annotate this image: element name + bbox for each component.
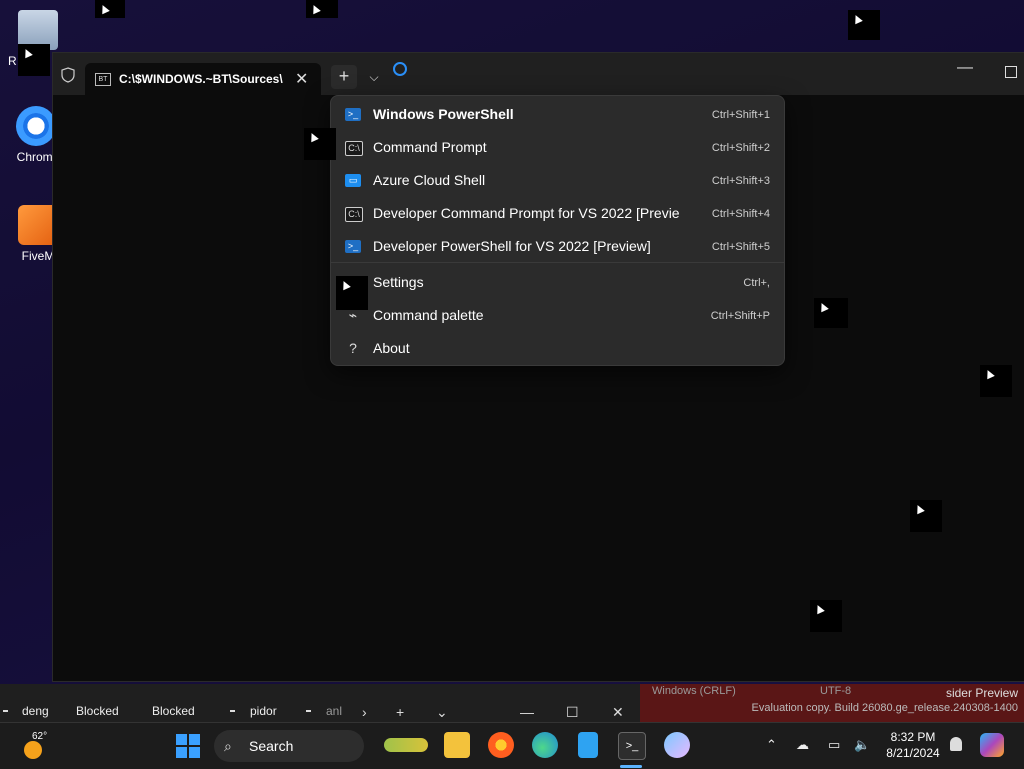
terminal-tab[interactable]: BT C:\$WINDOWS.~BT\Sources\ ✕ bbox=[85, 63, 321, 95]
clock-date: 8/21/2024 bbox=[886, 746, 940, 760]
menu-item-label: Windows PowerShell bbox=[373, 106, 514, 122]
menu-item-command-palette[interactable]: ⌁ Command palette Ctrl+Shift+P bbox=[331, 299, 784, 332]
menu-item-label: Developer Command Prompt for VS 2022 [Pr… bbox=[373, 205, 679, 221]
minimize-button[interactable]: — bbox=[520, 704, 534, 720]
menu-item-shortcut: Ctrl+Shift+2 bbox=[711, 142, 770, 154]
chevron-down-icon[interactable]: ⌄ bbox=[436, 704, 448, 721]
weather-widget[interactable]: 62° bbox=[20, 731, 50, 761]
tab-title: C:\$WINDOWS.~BT\Sources\ bbox=[119, 72, 283, 86]
tab-dropdown-button[interactable]: ⌵ bbox=[361, 65, 387, 89]
snipping-tool-icon[interactable] bbox=[664, 732, 690, 758]
cursor-artifact bbox=[980, 365, 1012, 397]
cursor-artifact bbox=[336, 276, 368, 310]
close-button[interactable]: ✕ bbox=[612, 704, 624, 721]
volume-icon[interactable]: 🔈 bbox=[854, 737, 870, 753]
menu-item-shortcut: Ctrl+Shift+5 bbox=[711, 241, 770, 253]
busy-cursor-icon bbox=[393, 62, 407, 76]
powershell-icon: >_ bbox=[345, 108, 361, 121]
firefox-icon[interactable] bbox=[488, 732, 514, 758]
search-icon: ⌕ bbox=[224, 738, 232, 754]
maximize-button[interactable]: ☐ bbox=[566, 704, 579, 721]
maximize-button[interactable] bbox=[1005, 66, 1017, 78]
copilot-icon[interactable] bbox=[980, 733, 1004, 757]
menu-item-label: Command palette bbox=[373, 307, 484, 323]
taskbar: 62° ⌕ Search >_ ⌃ ☁ ▭ 🔈 8:32 PM 8/21/202… bbox=[0, 722, 1024, 769]
weather-icon bbox=[24, 741, 42, 759]
cursor-artifact bbox=[848, 10, 880, 40]
shield-icon bbox=[61, 67, 75, 83]
editor-tab[interactable]: Blocked bbox=[152, 704, 195, 718]
editor-tab[interactable]: deng bbox=[22, 704, 49, 718]
close-tab-button[interactable]: ✕ bbox=[295, 69, 308, 89]
minimize-button[interactable]: — bbox=[957, 59, 973, 77]
chromium-icon bbox=[16, 106, 56, 146]
menu-item-label: Azure Cloud Shell bbox=[373, 172, 486, 188]
chevron-right-icon[interactable]: › bbox=[362, 704, 367, 720]
menu-item-shortcut: Ctrl+Shift+1 bbox=[711, 109, 770, 121]
menu-item-shortcut: Ctrl+Shift+3 bbox=[711, 175, 770, 187]
menu-item-dev-command-prompt[interactable]: C:\ Developer Command Prompt for VS 2022… bbox=[331, 197, 784, 230]
file-explorer-icon[interactable] bbox=[444, 732, 470, 758]
new-tab-button[interactable]: + bbox=[396, 704, 404, 720]
cursor-artifact bbox=[810, 600, 842, 632]
editor-tab[interactable]: Blocked bbox=[76, 704, 119, 718]
tab-dot bbox=[3, 710, 8, 712]
insider-watermark: Windows (CRLF) UTF-8 sider Preview Evalu… bbox=[640, 684, 1024, 722]
onedrive-icon[interactable]: ☁ bbox=[796, 737, 809, 753]
menu-item-label: Developer PowerShell for VS 2022 [Previe… bbox=[373, 238, 651, 254]
notepad-icon[interactable] bbox=[578, 732, 598, 758]
cmd-icon: C:\ bbox=[345, 207, 363, 222]
menu-separator bbox=[331, 262, 784, 263]
editor-tab[interactable]: anl bbox=[326, 704, 342, 718]
chevron-up-icon[interactable]: ⌃ bbox=[766, 737, 777, 753]
menu-item-label: Command Prompt bbox=[373, 139, 487, 155]
menu-item-dev-powershell[interactable]: >_ Developer PowerShell for VS 2022 [Pre… bbox=[331, 230, 784, 263]
clock-time: 8:32 PM bbox=[890, 730, 936, 744]
menu-item-command-prompt[interactable]: C:\ Command Prompt Ctrl+Shift+2 bbox=[331, 131, 784, 164]
insider-preview-label: sider Preview bbox=[945, 686, 1018, 700]
terminal-icon[interactable]: >_ bbox=[618, 732, 646, 760]
cmd-icon: BT bbox=[95, 73, 111, 86]
cursor-artifact bbox=[814, 298, 848, 328]
edge-icon[interactable] bbox=[532, 732, 558, 758]
start-button[interactable] bbox=[176, 734, 200, 758]
widgets-icon[interactable] bbox=[384, 738, 428, 752]
menu-item-windows-powershell[interactable]: >_ Windows PowerShell Ctrl+Shift+1 bbox=[331, 98, 784, 131]
new-tab-dropdown-menu: >_ Windows PowerShell Ctrl+Shift+1 C:\ C… bbox=[330, 95, 785, 366]
line-ending-status: Windows (CRLF) bbox=[652, 685, 736, 697]
powershell-icon: >_ bbox=[345, 240, 361, 253]
notification-bell-icon[interactable] bbox=[950, 737, 962, 751]
menu-item-shortcut: Ctrl+Shift+4 bbox=[711, 208, 770, 220]
tab-dot bbox=[306, 710, 311, 712]
cursor-artifact bbox=[18, 44, 50, 76]
menu-item-label: About bbox=[373, 340, 410, 356]
palette-icon: ⌁ bbox=[348, 307, 358, 323]
menu-item-label: Settings bbox=[373, 274, 424, 290]
azure-icon: ▭ bbox=[345, 174, 361, 187]
network-icon[interactable]: ▭ bbox=[828, 737, 840, 753]
cmd-icon: C:\ bbox=[345, 141, 363, 156]
menu-item-settings[interactable]: ⚙ Settings Ctrl+, bbox=[331, 266, 784, 299]
build-info-label: Evaluation copy. Build 26080.ge_release.… bbox=[751, 702, 1018, 714]
menu-item-shortcut: Ctrl+Shift+P bbox=[710, 310, 770, 322]
menu-item-shortcut: Ctrl+, bbox=[743, 277, 770, 289]
cursor-artifact bbox=[95, 0, 125, 18]
editor-tab[interactable]: pidor bbox=[250, 704, 277, 718]
cursor-artifact bbox=[304, 128, 336, 160]
title-bar[interactable]: BT C:\$WINDOWS.~BT\Sources\ ✕ + ⌵ — bbox=[53, 53, 1024, 95]
question-icon: ? bbox=[349, 340, 357, 356]
cursor-artifact bbox=[306, 0, 338, 18]
search-label: Search bbox=[249, 738, 294, 754]
menu-item-about[interactable]: ? About bbox=[331, 332, 784, 365]
encoding-status: UTF-8 bbox=[820, 685, 852, 697]
menu-item-azure-cloud-shell[interactable]: ▭ Azure Cloud Shell Ctrl+Shift+3 bbox=[331, 164, 784, 197]
cursor-artifact bbox=[910, 500, 942, 532]
tab-dot bbox=[230, 710, 235, 712]
weather-temp: 62° bbox=[32, 731, 48, 742]
taskbar-search[interactable]: ⌕ Search bbox=[214, 730, 364, 762]
new-tab-button[interactable]: + bbox=[331, 65, 357, 89]
clock[interactable]: 8:32 PM 8/21/2024 bbox=[878, 729, 948, 761]
